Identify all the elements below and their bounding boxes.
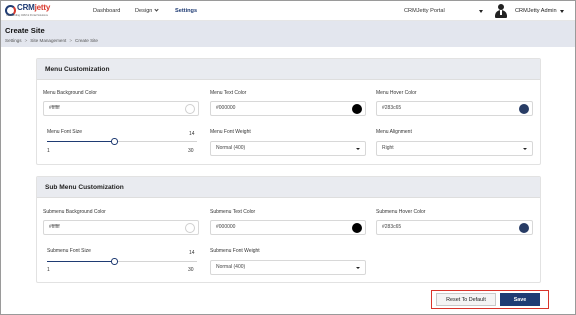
submenu-font-size-max: 30 <box>188 267 194 273</box>
top-navbar: CRMjetty Outstanding CRM & Portal Soluti… <box>1 1 575 21</box>
menu-bg-color-value: #ffffff <box>49 105 60 111</box>
submenu-hover-color-value: #283c65 <box>382 224 402 230</box>
portal-selector-label: CRMJetty Portal <box>404 8 445 14</box>
caret-down-icon <box>523 147 527 150</box>
submenu-text-color-label: Submenu Text Color <box>210 209 256 215</box>
save-button[interactable]: Save <box>500 293 540 306</box>
color-swatch-icon[interactable] <box>519 103 529 114</box>
caret-down-icon[interactable] <box>479 10 483 13</box>
menu-bg-color-input[interactable]: #ffffff <box>43 101 199 116</box>
submenu-bg-color-value: #ffffff <box>49 224 60 230</box>
chevron-down-icon <box>154 6 160 12</box>
menu-font-size-slider[interactable] <box>47 138 197 145</box>
nav-design-label: Design <box>135 8 153 14</box>
slider-thumb-icon[interactable] <box>111 138 118 145</box>
submenu-font-size-min: 1 <box>47 267 50 273</box>
menu-font-weight-value: Normal (400) <box>216 145 246 151</box>
user-menu[interactable]: CRMJetty Admin <box>515 1 557 21</box>
color-swatch-icon[interactable] <box>185 103 195 114</box>
menu-font-size-label: Menu Font Size <box>47 129 83 135</box>
logo-wordmark: CRMjetty <box>17 3 51 12</box>
menu-hover-color-label: Menu Hover Color <box>376 90 417 96</box>
submenu-text-color-value: #000000 <box>216 224 236 230</box>
breadcrumb-site-management[interactable]: Site Management <box>30 38 66 43</box>
menu-customization-panel: Menu Customization Menu Background Color… <box>36 58 541 165</box>
portal-selector[interactable]: CRMJetty Portal <box>404 1 445 21</box>
color-swatch-icon[interactable] <box>519 222 529 233</box>
user-name: CRMJetty Admin <box>515 8 557 14</box>
submenu-text-color-input[interactable]: #000000 <box>210 220 366 235</box>
menu-font-size-min: 1 <box>47 148 50 154</box>
menu-font-size-max: 30 <box>188 148 194 154</box>
menu-font-size-value: 14 <box>189 131 195 137</box>
logo-tagline: Outstanding CRM & Portal Solutions <box>6 14 48 17</box>
submenu-hover-color-input[interactable]: #283c65 <box>376 220 533 235</box>
submenu-customization-heading: Sub Menu Customization <box>37 177 540 198</box>
menu-bg-color-label: Menu Background Color <box>43 90 97 96</box>
crmjetty-logo[interactable]: CRMjetty Outstanding CRM & Portal Soluti… <box>5 3 53 19</box>
breadcrumb-create-site: Create Site <box>75 38 98 43</box>
reset-to-default-button[interactable]: Reset To Default <box>436 293 496 306</box>
submenu-bg-color-label: Submenu Background Color <box>43 209 106 215</box>
menu-alignment-select[interactable]: Right <box>376 141 533 156</box>
menu-hover-color-input[interactable]: #283c65 <box>376 101 533 116</box>
submenu-font-size-value: 14 <box>189 250 195 256</box>
color-swatch-icon[interactable] <box>352 103 362 114</box>
nav-design[interactable]: Design <box>135 1 160 21</box>
nav-settings[interactable]: Settings <box>175 1 197 21</box>
slider-thumb-icon[interactable] <box>111 258 118 265</box>
menu-customization-heading: Menu Customization <box>37 59 540 80</box>
nav-dashboard[interactable]: Dashboard <box>93 1 120 21</box>
submenu-font-weight-select[interactable]: Normal (400) <box>210 260 366 275</box>
caret-down-icon <box>356 147 360 150</box>
menu-hover-color-value: #283c65 <box>382 105 402 111</box>
submenu-hover-color-label: Submenu Hover Color <box>376 209 426 215</box>
submenu-bg-color-input[interactable]: #ffffff <box>43 220 199 235</box>
breadcrumb-settings[interactable]: Settings <box>5 38 22 43</box>
form-actions: Reset To Default Save <box>431 290 549 309</box>
menu-text-color-label: Menu Text Color <box>210 90 247 96</box>
submenu-font-size-label: Submenu Font Size <box>47 248 91 254</box>
menu-font-weight-label: Menu Font Weight <box>210 129 251 135</box>
menu-text-color-input[interactable]: #000000 <box>210 101 366 116</box>
user-caret-down-icon[interactable] <box>560 10 564 13</box>
page-header: Create Site Settings > Site Management > Cre… <box>1 21 575 47</box>
color-swatch-icon[interactable] <box>185 222 195 233</box>
caret-down-icon <box>356 266 360 269</box>
menu-alignment-value: Right <box>382 145 394 151</box>
user-avatar-icon[interactable] <box>495 4 507 18</box>
page-title: Create Site <box>5 26 45 35</box>
breadcrumb: Settings > Site Management > Create Site <box>5 38 98 43</box>
color-swatch-icon[interactable] <box>352 222 362 233</box>
submenu-customization-panel: Sub Menu Customization Submenu Backgroun… <box>36 176 541 283</box>
submenu-font-weight-value: Normal (400) <box>216 264 246 270</box>
menu-alignment-label: Menu Alignment <box>376 129 412 135</box>
menu-text-color-value: #000000 <box>216 105 236 111</box>
submenu-font-size-slider[interactable] <box>47 258 197 265</box>
submenu-font-weight-label: Submenu Font Weight <box>210 248 260 254</box>
menu-font-weight-select[interactable]: Normal (400) <box>210 141 366 156</box>
